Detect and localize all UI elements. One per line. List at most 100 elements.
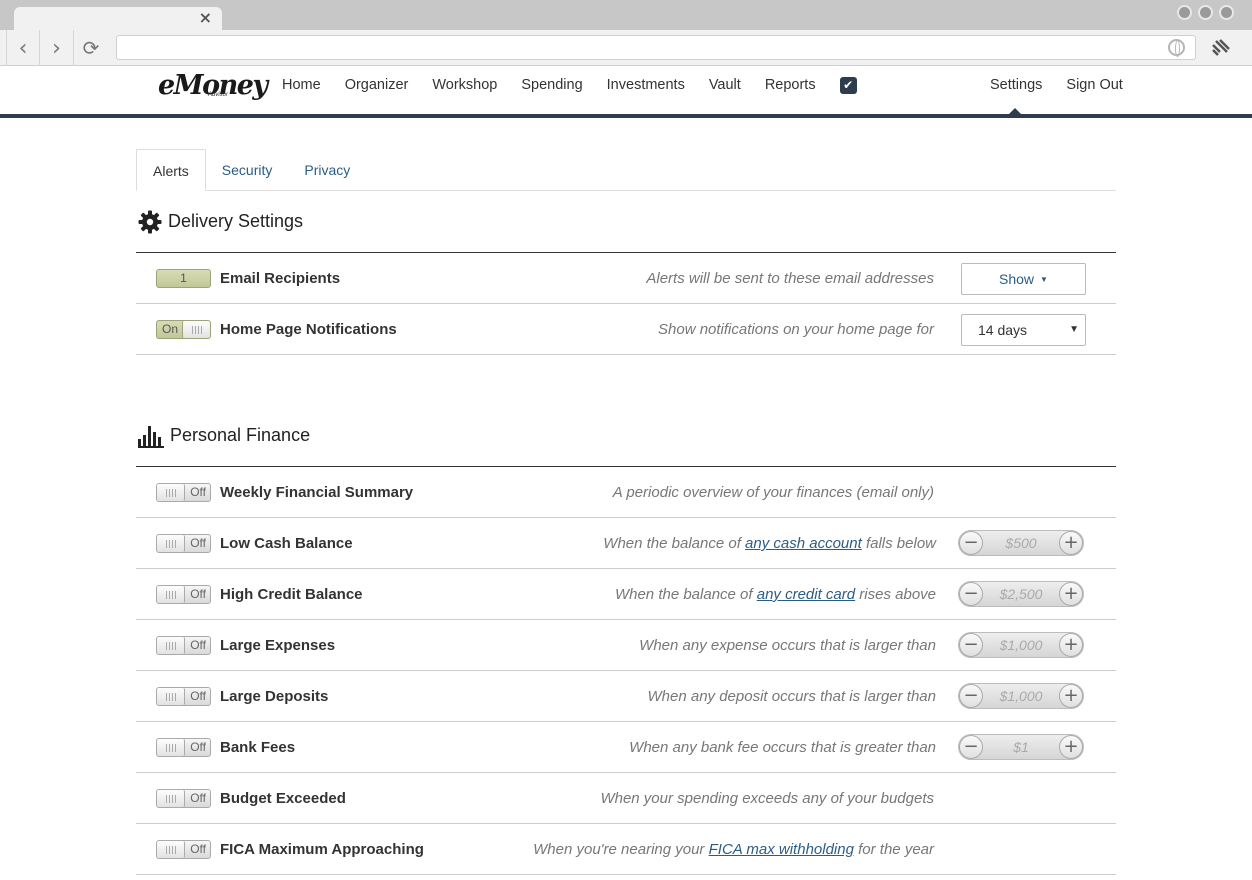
toggle-label: Off	[190, 791, 206, 805]
nav-workshop[interactable]: Workshop	[420, 77, 509, 93]
amount-value[interactable]: $1,000	[985, 684, 1057, 708]
desc-text: rises above	[855, 586, 936, 603]
alert-toggle[interactable]: Off	[156, 840, 211, 859]
desc-text: falls below	[861, 535, 936, 552]
nav-spending[interactable]: Spending	[509, 77, 594, 93]
toggle-label: Off	[190, 536, 206, 550]
row-title: Email Recipients	[220, 270, 341, 287]
increment-button[interactable]: +	[1059, 633, 1083, 657]
forward-button[interactable]: ›	[40, 30, 74, 66]
nav-home[interactable]: Home	[270, 77, 333, 93]
amount-value[interactable]: $1,000	[985, 633, 1057, 657]
alert-row-low-cash: Off Low Cash Balance When the balance of…	[136, 518, 1116, 569]
notification-days-select[interactable]: 14 days ▼	[961, 314, 1086, 346]
desc-text: When the balance of	[614, 586, 757, 603]
alert-toggle[interactable]: Off	[156, 738, 211, 757]
amount-stepper: − $1,000 +	[958, 632, 1084, 658]
settings-content: Alerts Security Privacy Delivery Setting…	[136, 149, 1116, 875]
row-title: FICA Maximum Approaching	[220, 841, 424, 858]
reload-button[interactable]: ⟳	[74, 30, 108, 66]
close-tab-icon[interactable]: ×	[199, 8, 212, 27]
decrement-button[interactable]: −	[959, 531, 983, 555]
amount-value[interactable]: $2,500	[985, 582, 1057, 606]
chevron-right-icon: ›	[52, 35, 61, 61]
row-description: When the balance of any cash account fal…	[603, 518, 936, 569]
browser-tab[interactable]: ×	[14, 7, 222, 31]
alert-toggle[interactable]: Off	[156, 789, 211, 808]
window-dot-icon[interactable]	[1198, 5, 1213, 20]
settings-tabs: Alerts Security Privacy	[136, 149, 1116, 191]
row-description: When the balance of any credit card rise…	[615, 569, 936, 620]
increment-button[interactable]: +	[1059, 531, 1083, 555]
toggle-label: Off	[190, 485, 206, 499]
section-title: Delivery Settings	[168, 211, 304, 231]
increment-button[interactable]: +	[1059, 735, 1083, 759]
alert-row-email-recipients: 1 Email Recipients Alerts will be sent t…	[136, 253, 1116, 304]
row-title: Large Expenses	[220, 637, 336, 654]
toggle-label: Off	[190, 689, 206, 703]
decrement-button[interactable]: −	[959, 633, 983, 657]
gear-icon	[138, 210, 162, 233]
alert-toggle[interactable]: Off	[156, 687, 211, 706]
alert-toggle[interactable]: Off	[156, 636, 211, 655]
row-title: Weekly Financial Summary	[220, 484, 414, 501]
window-dot-icon[interactable]	[1219, 5, 1234, 20]
reload-icon: ⟳	[82, 36, 100, 60]
back-button[interactable]: ‹	[6, 30, 40, 66]
tab-privacy[interactable]: Privacy	[288, 149, 366, 191]
row-description: Show notifications on your home page for	[658, 321, 934, 338]
alert-row-high-credit: Off High Credit Balance When the balance…	[136, 569, 1116, 620]
row-description: When your spending exceeds any of your b…	[600, 773, 934, 824]
row-description: When you're nearing your FICA max withho…	[533, 824, 934, 875]
row-title: Low Cash Balance	[220, 535, 353, 552]
decrement-button[interactable]: −	[959, 735, 983, 759]
alert-row-large-expenses: Off Large Expenses When any expense occu…	[136, 620, 1116, 671]
alert-toggle[interactable]: Off	[156, 585, 211, 604]
nav-organizer[interactable]: Organizer	[333, 77, 421, 93]
nav-investments[interactable]: Investments	[595, 77, 697, 93]
row-description: Alerts will be sent to these email addre…	[646, 270, 934, 287]
tasks-check-icon[interactable]: ✔	[839, 76, 857, 94]
desc-text: When any expense occurs that is larger t…	[639, 637, 936, 654]
desc-text: When any bank fee occurs that is greater…	[629, 739, 936, 756]
row-title: High Credit Balance	[220, 586, 363, 603]
decrement-button[interactable]: −	[959, 582, 983, 606]
nav-vault[interactable]: Vault	[697, 77, 753, 93]
fica-max-link[interactable]: FICA max withholding	[709, 841, 854, 858]
chevron-left-icon: ‹	[18, 35, 28, 61]
toggle-label: Off	[190, 842, 206, 856]
decrement-button[interactable]: −	[959, 684, 983, 708]
alert-toggle[interactable]: Off	[156, 483, 211, 502]
user-nav: Settings Sign Out	[978, 66, 1135, 104]
increment-button[interactable]: +	[1059, 684, 1083, 708]
amount-value[interactable]: $500	[985, 531, 1057, 555]
row-description: When any expense occurs that is larger t…	[639, 620, 936, 671]
main-nav: Home Organizer Workshop Spending Investm…	[270, 66, 857, 104]
toggle-knob	[157, 484, 185, 501]
amount-stepper: − $2,500 +	[958, 581, 1084, 607]
address-bar[interactable]	[116, 35, 1196, 60]
increment-button[interactable]: +	[1059, 582, 1083, 606]
credit-card-link[interactable]: any credit card	[757, 586, 855, 603]
nav-reports[interactable]: Reports	[753, 77, 828, 93]
show-recipients-button[interactable]: Show ▼	[961, 263, 1086, 295]
toggle-label: Off	[190, 587, 206, 601]
desc-text: When you're nearing your	[533, 841, 709, 858]
nav-sign-out[interactable]: Sign Out	[1054, 77, 1134, 93]
nav-settings[interactable]: Settings	[978, 77, 1054, 93]
alert-toggle[interactable]: Off	[156, 534, 211, 553]
tab-alerts[interactable]: Alerts	[136, 149, 206, 191]
row-title: Bank Fees	[220, 739, 296, 756]
toggle-knob	[157, 688, 185, 705]
window-dot-icon[interactable]	[1177, 5, 1192, 20]
amount-value[interactable]: $1	[985, 735, 1057, 759]
extension-icon[interactable]	[1210, 37, 1232, 59]
caret-down-icon: ▼	[1040, 275, 1048, 284]
desc-text: A periodic overview of your finances (em…	[612, 484, 934, 501]
cash-account-link[interactable]: any cash account	[745, 535, 862, 552]
alert-row-bank-fees: Off Bank Fees When any bank fee occurs t…	[136, 722, 1116, 773]
row-description: A periodic overview of your finances (em…	[613, 467, 934, 518]
toggle-knob	[157, 586, 185, 603]
tab-security[interactable]: Security	[206, 149, 289, 191]
home-notifications-toggle[interactable]: On	[156, 320, 211, 339]
